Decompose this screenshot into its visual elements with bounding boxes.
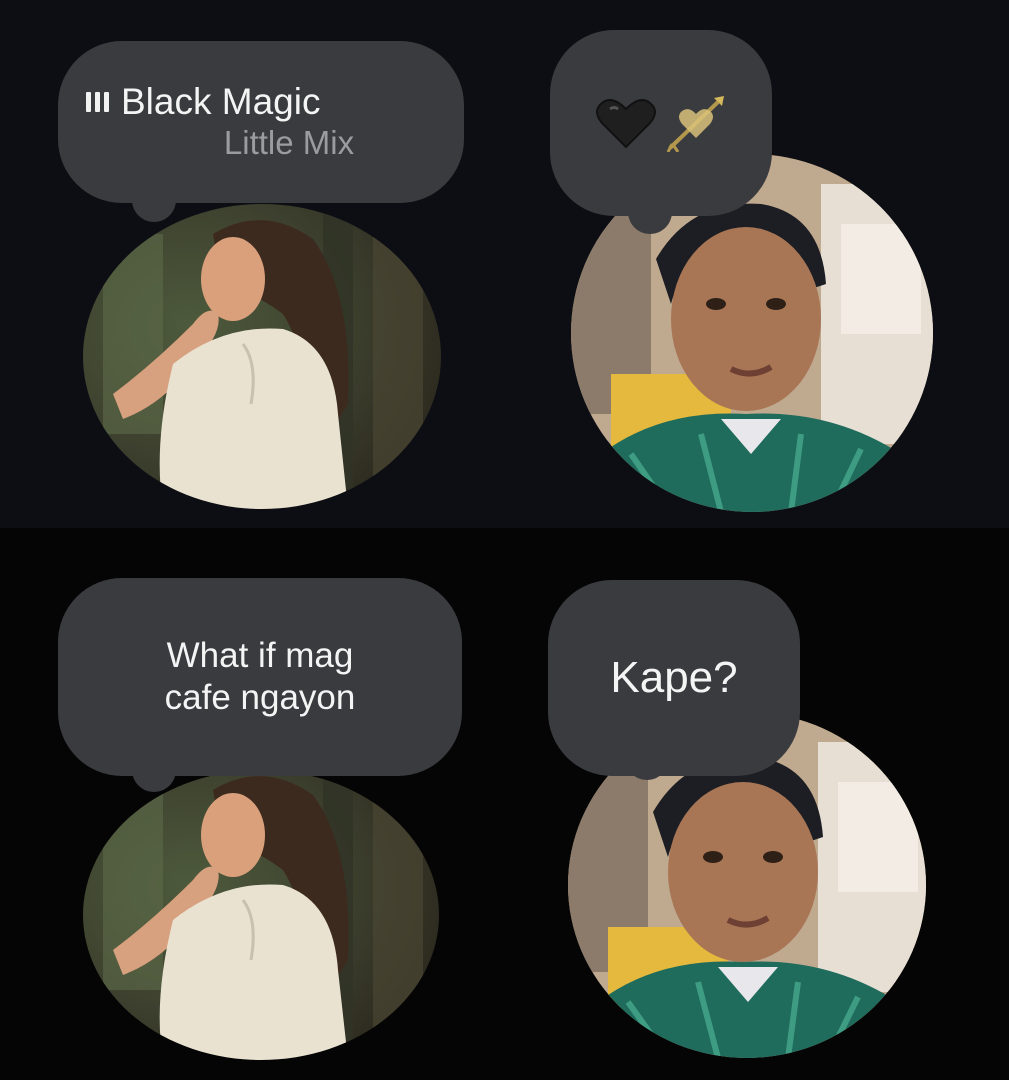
song-artist: Little Mix bbox=[223, 124, 355, 161]
avatar-woman[interactable] bbox=[83, 204, 441, 509]
notes-panel-bottom: What if mag cafe ngayon Kape? bbox=[0, 528, 1009, 1080]
song-title: Black Magic bbox=[121, 81, 321, 122]
profile-photo-woman bbox=[83, 770, 439, 1060]
note-text-line-1: What if mag bbox=[166, 636, 354, 675]
note-text: Kape? bbox=[610, 653, 738, 702]
song-title-row: Black Magic bbox=[86, 81, 464, 123]
note-bubble[interactable]: What if mag cafe ngayon bbox=[58, 578, 462, 776]
note-text-line-2: cafe ngayon bbox=[164, 678, 356, 717]
note-bubble[interactable] bbox=[550, 30, 772, 216]
note-bubble[interactable]: Black Magic Little Mix bbox=[58, 41, 464, 203]
note-bubble[interactable]: Kape? bbox=[548, 580, 800, 776]
avatar-woman[interactable] bbox=[83, 770, 439, 1060]
audio-bars-icon bbox=[86, 89, 109, 115]
notes-panel-top: Black Magic Little Mix bbox=[0, 0, 1009, 528]
black-heart-icon bbox=[596, 99, 656, 149]
profile-photo-woman bbox=[83, 204, 441, 509]
heart-with-arrow-icon bbox=[666, 96, 724, 152]
emoji-row bbox=[550, 94, 772, 152]
